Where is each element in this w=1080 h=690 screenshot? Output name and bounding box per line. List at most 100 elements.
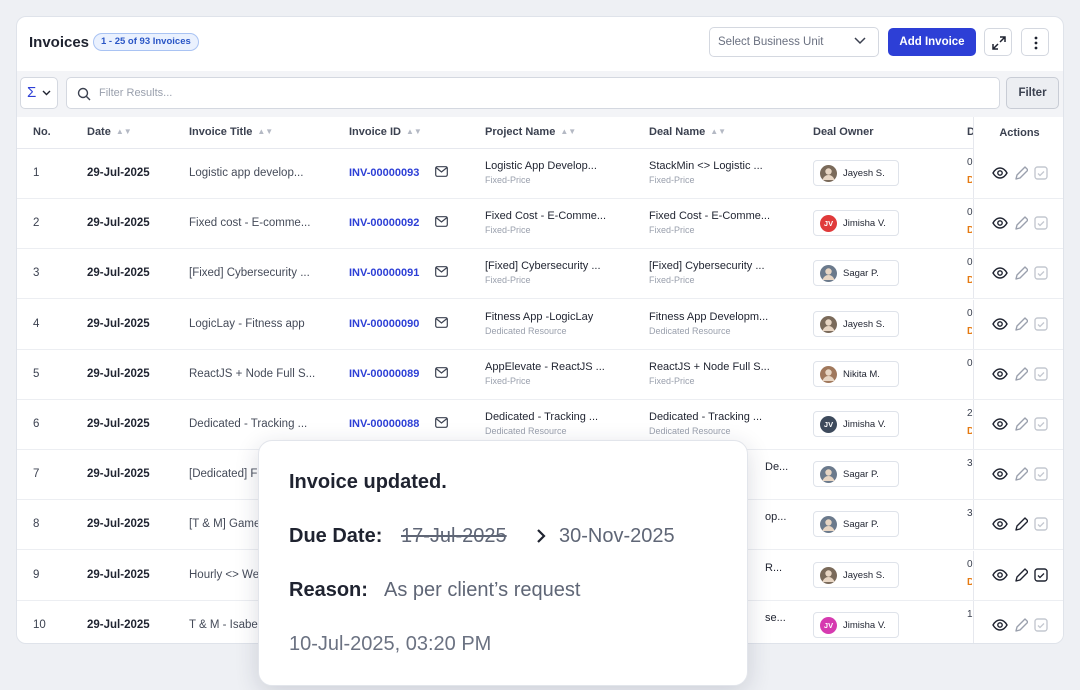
- invoice-id-link[interactable]: INV-00000089: [349, 368, 419, 380]
- document-check-icon[interactable]: [1033, 567, 1049, 583]
- deal-owner-chip[interactable]: JV Jimisha V.: [813, 411, 899, 437]
- view-icon[interactable]: [992, 417, 1008, 431]
- deal-owner-chip[interactable]: Jayesh S.: [813, 561, 899, 588]
- more-options-button[interactable]: [1021, 28, 1049, 56]
- invoice-id-link[interactable]: INV-00000092: [349, 217, 419, 229]
- invoice-date: 29-Jul-2025: [87, 468, 150, 481]
- owner-name: Jayesh S.: [843, 168, 885, 179]
- business-unit-select[interactable]: Select Business Unit: [709, 27, 879, 57]
- row-number: 8: [33, 518, 40, 531]
- deal-name: ReactJS + Node Full S...: [649, 360, 770, 373]
- aggregate-dropdown[interactable]: Σ: [20, 77, 58, 109]
- edit-icon[interactable]: [1014, 516, 1028, 532]
- email-icon[interactable]: [435, 166, 448, 177]
- table-row[interactable]: 1 29-Jul-2025 Logistic app develop... INV-0…: [17, 149, 1063, 199]
- view-icon[interactable]: [992, 618, 1008, 632]
- user-photo-icon: [822, 519, 835, 532]
- table-row[interactable]: 5 29-Jul-2025 ReactJS + Node Full S... INV-…: [17, 349, 1063, 400]
- email-icon[interactable]: [435, 316, 448, 328]
- row-actions: [973, 199, 1063, 249]
- view-icon[interactable]: [992, 216, 1008, 230]
- filter-results-input[interactable]: [99, 85, 959, 101]
- table-row[interactable]: 3 29-Jul-2025 [Fixed] Cybersecurity ... INV…: [17, 249, 1063, 300]
- view-icon[interactable]: [992, 166, 1008, 180]
- project-type: Dedicated Resource: [485, 325, 567, 336]
- view-icon[interactable]: [992, 266, 1008, 280]
- invoice-date: 29-Jul-2025: [87, 518, 150, 531]
- document-check-icon[interactable]: [1033, 316, 1049, 332]
- deal-owner-chip[interactable]: JV Jimisha V.: [813, 210, 899, 237]
- owner-name: Sagar P.: [843, 469, 879, 481]
- add-invoice-button[interactable]: Add Invoice: [888, 28, 976, 56]
- invoice-title: [Fixed] Cybersecurity ...: [189, 267, 310, 280]
- column-header-deal-name[interactable]: Deal Name ▲▼: [649, 126, 726, 138]
- deal-owner-chip[interactable]: Jayesh S.: [813, 310, 899, 337]
- truncated-cell-status: D: [967, 175, 972, 186]
- row-number: 3: [33, 267, 40, 280]
- document-check-icon[interactable]: [1033, 466, 1049, 482]
- document-check-icon[interactable]: [1033, 516, 1049, 532]
- invoice-id-link[interactable]: INV-00000093: [349, 167, 419, 179]
- row-number: 4: [33, 317, 40, 330]
- deal-owner-chip[interactable]: Nikita M.: [813, 360, 899, 387]
- avatar-initials: JV: [823, 219, 834, 229]
- column-header-project-name[interactable]: Project Name ▲▼: [485, 126, 576, 138]
- edit-icon[interactable]: [1014, 165, 1028, 181]
- project-name: Fixed Cost - E-Comme...: [485, 210, 607, 223]
- edit-icon[interactable]: [1014, 567, 1028, 583]
- deal-owner-chip[interactable]: Sagar P.: [813, 461, 899, 488]
- edit-icon[interactable]: [1014, 366, 1028, 382]
- document-check-icon[interactable]: [1033, 215, 1049, 231]
- deal-owner-chip[interactable]: Sagar P.: [813, 511, 899, 538]
- email-icon[interactable]: [435, 266, 448, 278]
- edit-icon[interactable]: [1014, 215, 1028, 231]
- invoice-id-link[interactable]: INV-00000088: [349, 418, 419, 430]
- deal-name: Dedicated - Tracking ...: [649, 411, 763, 423]
- edit-icon[interactable]: [1014, 617, 1028, 633]
- edit-icon[interactable]: [1014, 416, 1028, 432]
- deal-owner-chip[interactable]: Jayesh S.: [813, 160, 899, 186]
- filter-button[interactable]: Filter: [1006, 77, 1059, 109]
- invoice-id-link[interactable]: INV-00000091: [349, 267, 419, 279]
- project-name: Dedicated - Tracking ...: [485, 411, 599, 423]
- deal-owner-chip[interactable]: Sagar P.: [813, 260, 899, 287]
- document-check-icon[interactable]: [1033, 265, 1049, 281]
- deal-owner-chip[interactable]: JV Jimisha V.: [813, 611, 899, 638]
- row-number: 1: [33, 167, 40, 179]
- avatar: JV: [820, 215, 837, 233]
- view-icon[interactable]: [992, 367, 1008, 381]
- user-photo-icon: [822, 469, 835, 482]
- invoice-updated-toast: Invoice updated. Due Date: 17-Jul-2025 3…: [258, 440, 748, 686]
- column-header-date[interactable]: Date ▲▼: [87, 126, 132, 138]
- edit-icon[interactable]: [1014, 316, 1028, 332]
- deal-type: Fixed-Price: [649, 225, 695, 236]
- view-icon[interactable]: [992, 517, 1008, 531]
- invoice-id-link[interactable]: INV-00000090: [349, 318, 419, 330]
- deal-name: se...: [765, 611, 786, 624]
- column-header-invoice-title[interactable]: Invoice Title ▲▼: [189, 126, 273, 138]
- email-icon[interactable]: [435, 216, 448, 228]
- email-icon[interactable]: [435, 417, 448, 428]
- table-row[interactable]: 2 29-Jul-2025 Fixed cost - E-comme... INV-0…: [17, 199, 1063, 250]
- document-check-icon[interactable]: [1033, 165, 1049, 181]
- truncated-cell: 0: [967, 307, 973, 319]
- view-icon[interactable]: [992, 317, 1008, 331]
- edit-icon[interactable]: [1014, 265, 1028, 281]
- owner-name: Jimisha V.: [843, 218, 886, 230]
- expand-button[interactable]: [984, 28, 1012, 56]
- document-check-icon[interactable]: [1033, 617, 1049, 633]
- document-check-icon[interactable]: [1033, 366, 1049, 382]
- invoice-title: Dedicated - Tracking ...: [189, 418, 308, 430]
- invoice-title: LogicLay - Fitness app: [189, 317, 305, 330]
- view-icon[interactable]: [992, 568, 1008, 582]
- table-row[interactable]: 4 29-Jul-2025 LogicLay - Fitness app INV-00…: [17, 299, 1063, 350]
- column-header-invoice-id[interactable]: Invoice ID ▲▼: [349, 126, 422, 138]
- deal-name: Fixed Cost - E-Comme...: [649, 210, 771, 223]
- deal-type: Fixed-Price: [649, 175, 695, 185]
- edit-icon[interactable]: [1014, 466, 1028, 482]
- email-icon[interactable]: [435, 366, 448, 378]
- deal-name: Fitness App Developm...: [649, 310, 769, 323]
- truncated-cell: 2: [967, 408, 973, 419]
- view-icon[interactable]: [992, 467, 1008, 481]
- document-check-icon[interactable]: [1033, 416, 1049, 432]
